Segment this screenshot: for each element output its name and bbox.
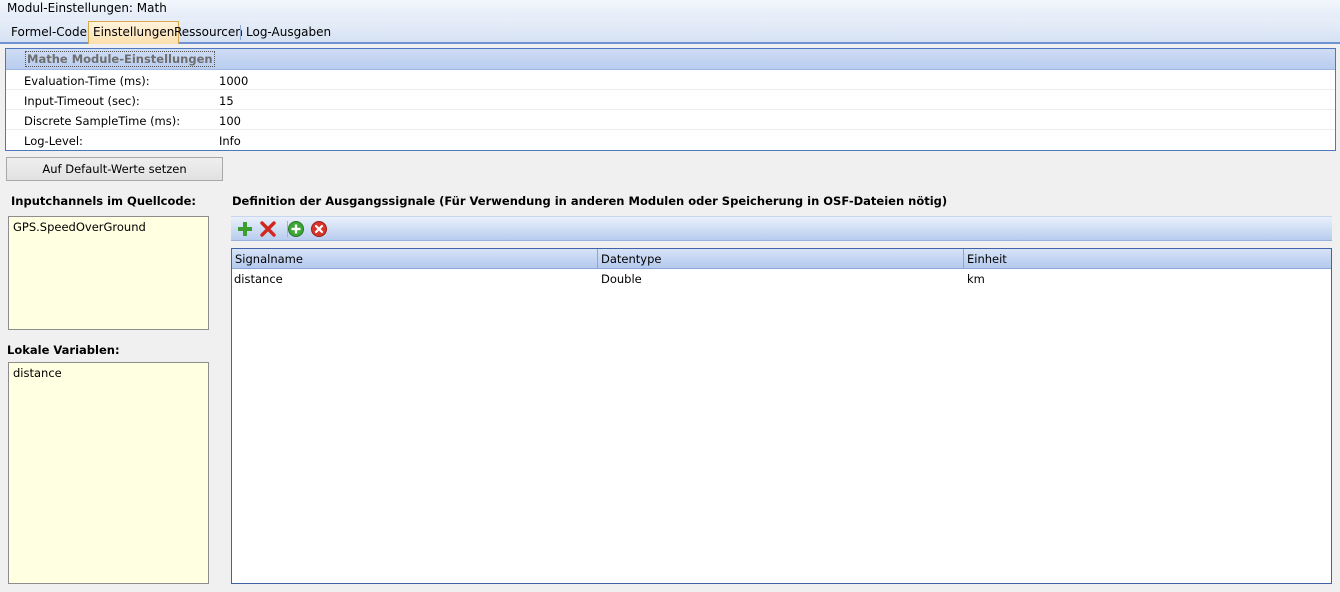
local-variables-list[interactable]: distance bbox=[8, 362, 209, 584]
outputs-grid: Signalname Datentype Einheit distance Do… bbox=[231, 248, 1332, 584]
settings-row[interactable]: Log-Level: Info bbox=[6, 130, 1335, 150]
table-row[interactable]: distance Double km bbox=[232, 269, 1331, 289]
outputs-toolbar bbox=[231, 216, 1332, 241]
cell-datentype[interactable]: Double bbox=[601, 272, 642, 286]
local-variables-label: Lokale Variablen: bbox=[7, 343, 120, 357]
tab-bar: Formel-Code Einstellungen Ressourcen Log… bbox=[0, 18, 1340, 44]
setting-value-log-level[interactable]: Info bbox=[219, 134, 241, 148]
setting-key: Log-Level: bbox=[24, 134, 83, 148]
inputchannels-list[interactable]: GPS.SpeedOverGround bbox=[8, 216, 209, 330]
setting-key: Evaluation-Time (ms): bbox=[24, 74, 150, 88]
column-header-signalname[interactable]: Signalname bbox=[232, 249, 598, 269]
list-item[interactable]: GPS.SpeedOverGround bbox=[13, 220, 208, 234]
tab-einstellungen[interactable]: Einstellungen bbox=[88, 21, 180, 44]
setting-value-input-timeout[interactable]: 15 bbox=[219, 94, 234, 108]
settings-property-grid: Mathe Module-Einstellungen Evaluation-Ti… bbox=[5, 48, 1336, 151]
column-header-einheit[interactable]: Einheit bbox=[964, 249, 1331, 269]
setting-value-evaluation-time[interactable]: 1000 bbox=[219, 74, 248, 88]
tab-formel-code[interactable]: Formel-Code bbox=[7, 22, 91, 43]
outputs-grid-header: Signalname Datentype Einheit bbox=[232, 249, 1331, 269]
reset-defaults-button[interactable]: Auf Default-Werte setzen bbox=[6, 157, 223, 181]
setting-key: Input-Timeout (sec): bbox=[24, 94, 140, 108]
column-header-datentype[interactable]: Datentype bbox=[598, 249, 964, 269]
settings-section-header[interactable]: Mathe Module-Einstellungen bbox=[6, 49, 1335, 70]
setting-key: Discrete SampleTime (ms): bbox=[24, 114, 181, 128]
remove-circle-icon[interactable] bbox=[310, 220, 328, 238]
settings-row[interactable]: Discrete SampleTime (ms): 100 bbox=[6, 110, 1335, 130]
settings-row[interactable]: Evaluation-Time (ms): 1000 bbox=[6, 70, 1335, 90]
cell-signalname[interactable]: distance bbox=[234, 272, 283, 286]
tab-log-ausgaben[interactable]: Log-Ausgaben bbox=[242, 22, 335, 43]
setting-value-discrete-sampletime[interactable]: 100 bbox=[219, 114, 241, 128]
settings-section-title: Mathe Module-Einstellungen bbox=[25, 51, 215, 67]
list-item[interactable]: distance bbox=[13, 366, 208, 380]
settings-row[interactable]: Input-Timeout (sec): 15 bbox=[6, 90, 1335, 110]
delete-icon[interactable] bbox=[259, 220, 277, 238]
tab-ressourcen[interactable]: Ressourcen bbox=[170, 22, 247, 43]
cell-einheit[interactable]: km bbox=[967, 272, 985, 286]
tab-divider bbox=[240, 25, 241, 40]
window-title: Modul-Einstellungen: Math bbox=[0, 0, 1340, 18]
add-circle-icon[interactable] bbox=[287, 220, 305, 238]
add-icon[interactable] bbox=[236, 220, 254, 238]
inputchannels-label: Inputchannels im Quellcode: bbox=[11, 194, 197, 208]
outputs-label: Definition der Ausgangssignale (Für Verw… bbox=[232, 194, 948, 208]
